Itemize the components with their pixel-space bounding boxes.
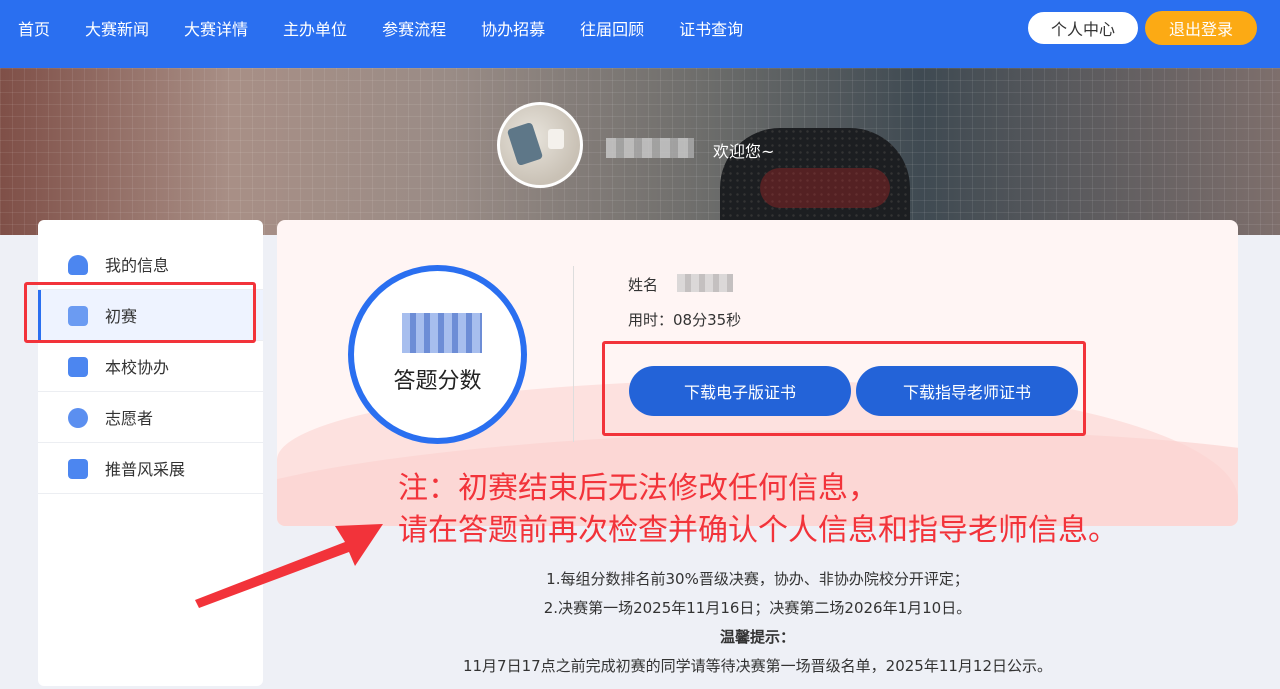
annotation-note: 注：初赛结束后无法修改任何信息， 请在答题前再次检查并确认个人信息和指导老师信息… bbox=[398, 468, 1118, 552]
medal-icon bbox=[68, 408, 88, 428]
name-label: 姓名 bbox=[628, 276, 659, 294]
nav-details[interactable]: 大赛详情 bbox=[184, 16, 248, 40]
sidebar-item-label: 推普风采展 bbox=[105, 460, 186, 479]
sidebar-item-school-cohost[interactable]: 本校协办 bbox=[38, 341, 263, 392]
nav-news[interactable]: 大赛新闻 bbox=[85, 16, 149, 40]
user-icon bbox=[68, 255, 88, 275]
annotation-box-preliminary bbox=[24, 282, 256, 343]
avatar[interactable] bbox=[497, 102, 583, 188]
top-navbar: 首页 大赛新闻 大赛详情 主办单位 参赛流程 协办招募 往届回顾 证书查询 个人… bbox=[0, 0, 1280, 68]
sidebar-item-label: 本校协办 bbox=[105, 358, 170, 377]
score-circle: 答题分数 bbox=[348, 265, 527, 444]
microphone-highlight bbox=[760, 168, 890, 208]
name-value-blurred bbox=[677, 274, 733, 292]
tip-title: 温馨提示： bbox=[719, 628, 795, 646]
annotation-box-downloads bbox=[602, 341, 1086, 436]
annotation-note-line: 请在答题前再次检查并确认个人信息和指导老师信息。 bbox=[398, 513, 1118, 548]
divider bbox=[573, 266, 574, 442]
rule-2: 2.决赛第一场2025年11月16日；决赛第二场2026年1月10日。 bbox=[543, 599, 972, 617]
nav-organizers[interactable]: 主办单位 bbox=[283, 16, 347, 40]
sidebar-item-label: 志愿者 bbox=[105, 409, 154, 428]
nav-links: 首页 大赛新闻 大赛详情 主办单位 参赛流程 协办招募 往届回顾 证书查询 bbox=[0, 0, 760, 56]
welcome-text: 欢迎您~ bbox=[713, 142, 775, 161]
nav-home[interactable]: 首页 bbox=[18, 16, 50, 40]
nav-process[interactable]: 参赛流程 bbox=[382, 16, 446, 40]
nav-certificate-query[interactable]: 证书查询 bbox=[679, 16, 743, 40]
score-label: 答题分数 bbox=[393, 369, 482, 394]
rule-1: 1.每组分数排名前30%晋级决赛，协办、非协办院校分开评定； bbox=[546, 570, 969, 588]
logout-button[interactable]: 退出登录 bbox=[1145, 11, 1257, 45]
personal-center-button[interactable]: 个人中心 bbox=[1027, 11, 1139, 45]
rules-section: 1.每组分数排名前30%晋级决赛，协办、非协办院校分开评定； 2.决赛第一场20… bbox=[277, 565, 1238, 681]
gallery-icon bbox=[68, 459, 88, 479]
nav-history[interactable]: 往届回顾 bbox=[580, 16, 644, 40]
school-icon bbox=[68, 357, 88, 377]
phone-illustration bbox=[506, 121, 544, 167]
time-used: 用时：08分35秒 bbox=[628, 311, 742, 329]
sidebar-item-label: 我的信息 bbox=[105, 256, 170, 275]
nav-recruit[interactable]: 协办招募 bbox=[481, 16, 545, 40]
sidebar-item-volunteer[interactable]: 志愿者 bbox=[38, 392, 263, 443]
tip-text: 11月7日17点之前完成初赛的同学请等待决赛第一场晋级名单，2025年11月12… bbox=[462, 657, 1053, 675]
username-blurred bbox=[606, 138, 694, 158]
score-value-blurred bbox=[402, 313, 482, 353]
cup-illustration bbox=[548, 129, 564, 149]
annotation-note-line: 注：初赛结束后无法修改任何信息， bbox=[398, 471, 878, 506]
sidebar-item-gallery[interactable]: 推普风采展 bbox=[38, 443, 263, 494]
